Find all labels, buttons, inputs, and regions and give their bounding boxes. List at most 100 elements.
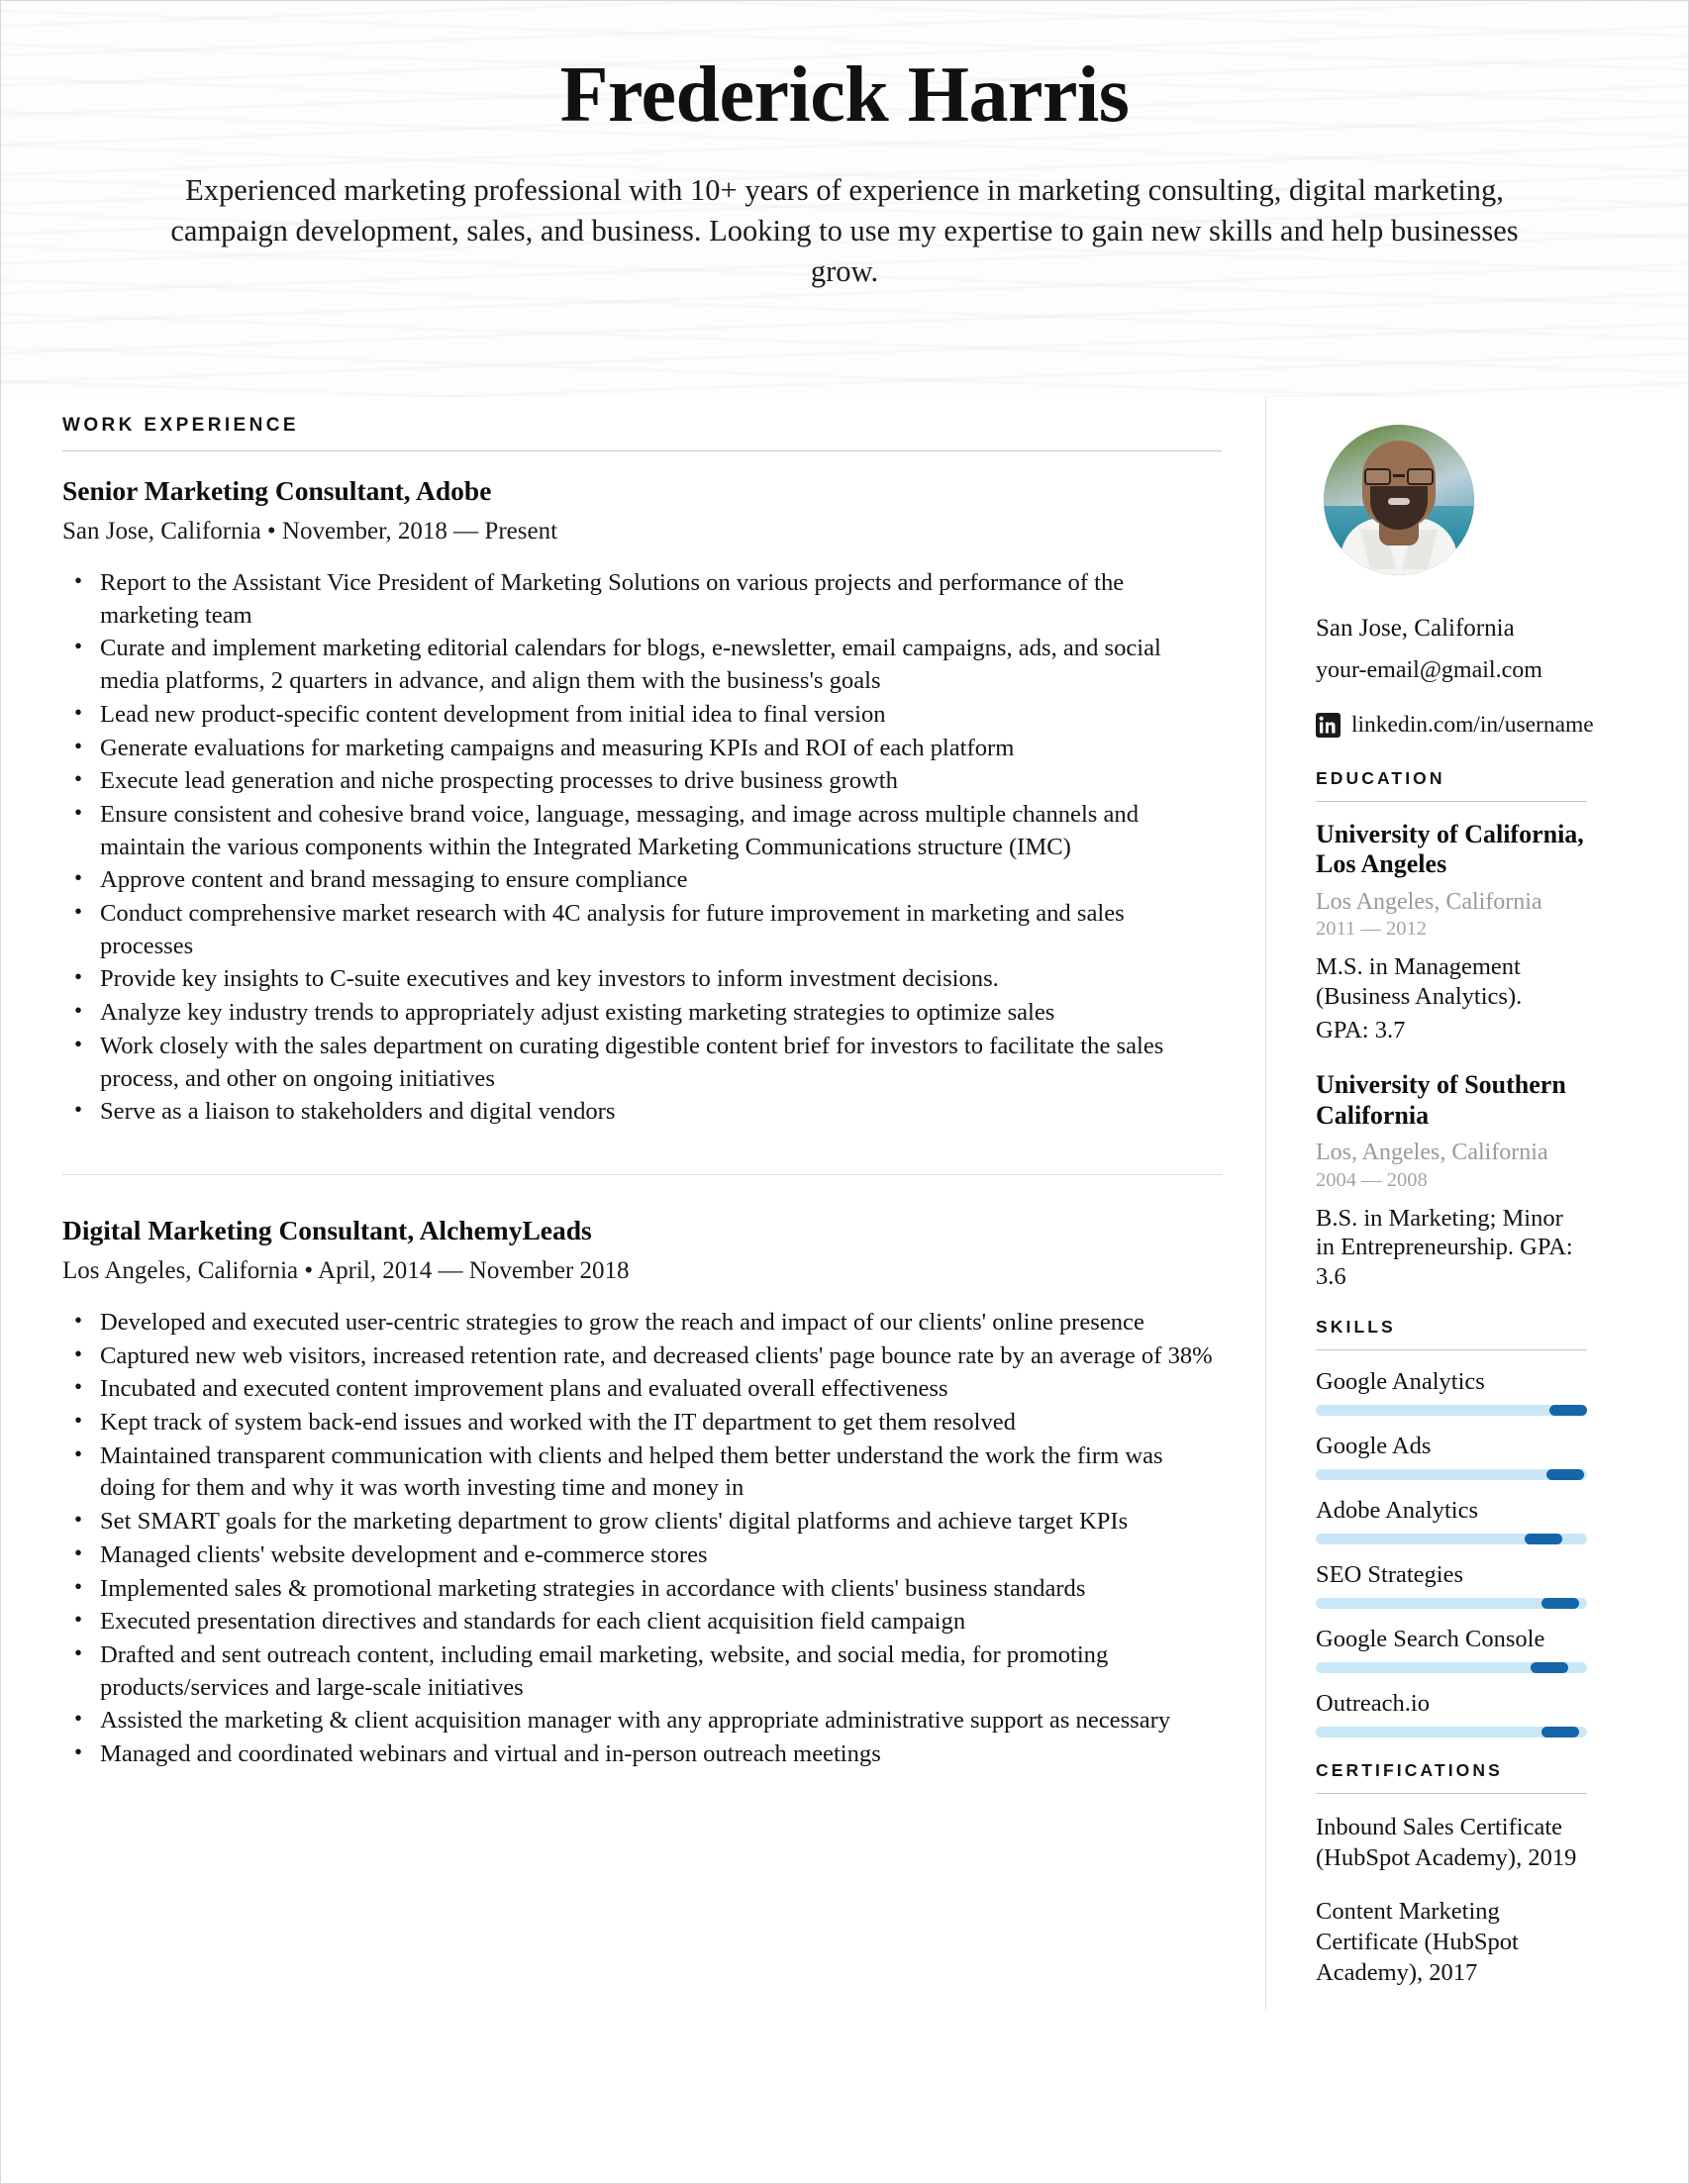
job-bullet-list: Report to the Assistant Vice President o… (62, 566, 1222, 1129)
resume-body: WORK EXPERIENCE Senior Marketing Consult… (1, 397, 1688, 2011)
job-entry: Digital Marketing Consultant, AlchemyLea… (62, 1215, 1222, 1771)
skill-name: SEO Strategies (1316, 1560, 1464, 1588)
section-heading-certifications: CERTIFICATIONS (1316, 1759, 1503, 1780)
job-bullet: Approve content and brand messaging to e… (62, 863, 1222, 897)
skill-level-bar[interactable] (1316, 1597, 1587, 1609)
job-bullet: Executed presentation directives and sta… (62, 1605, 1222, 1638)
skill-level-indicator[interactable] (1548, 1404, 1587, 1416)
skill-level-bar[interactable] (1316, 1726, 1587, 1737)
education-school: University of California, Los Angeles (1316, 819, 1584, 879)
education-degree: B.S. in Marketing; Minor in Entrepreneur… (1316, 1204, 1573, 1290)
skill-level-indicator[interactable] (1540, 1726, 1579, 1737)
job-bullet: Curate and implement marketing editorial… (62, 632, 1222, 697)
contact-linkedin[interactable]: linkedin.com/in/username (1316, 712, 1594, 739)
job-bullet: Report to the Assistant Vice President o… (62, 566, 1222, 632)
skill-level-bar[interactable] (1316, 1661, 1587, 1673)
job-bullet: Execute lead generation and niche prospe… (62, 764, 1222, 798)
avatar-glasses-bridge (1393, 474, 1405, 477)
job-location-dates: San Jose, California • November, 2018 — … (62, 518, 558, 545)
education-years: 2004 — 2008 (1316, 1168, 1428, 1191)
skill-level-bar[interactable] (1316, 1468, 1587, 1480)
skill-name: Outreach.io (1316, 1689, 1430, 1717)
skill-item: Adobe Analytics (1316, 1497, 1587, 1544)
job-bullet: Incubated and executed content improveme… (62, 1372, 1222, 1406)
skill-level-indicator[interactable] (1540, 1597, 1579, 1609)
resume-header: Frederick Harris Experienced marketing p… (1, 1, 1688, 397)
job-bullet: Developed and executed user-centric stra… (62, 1306, 1222, 1340)
job-location-dates: Los Angeles, California • April, 2014 — … (62, 1256, 630, 1284)
avatar (1324, 425, 1474, 575)
job-divider (62, 1173, 1222, 1175)
section-divider (62, 450, 1222, 451)
certification-item: Content Marketing Certificate (HubSpot A… (1316, 1897, 1519, 1987)
certifications-divider (1316, 1792, 1587, 1794)
job-bullet: Maintained transparent communication wit… (62, 1439, 1222, 1505)
avatar-mouth (1388, 498, 1410, 505)
education-degree: M.S. in Management (Business Analytics). (1316, 953, 1523, 1010)
job-bullet: Managed clients' website development and… (62, 1539, 1222, 1572)
skill-name: Google Analytics (1316, 1367, 1485, 1395)
job-title: Digital Marketing Consultant, AlchemyLea… (62, 1214, 592, 1245)
job-bullet: Provide key insights to C-suite executiv… (62, 962, 1222, 996)
skill-level-indicator[interactable] (1525, 1533, 1563, 1544)
job-bullet: Work closely with the sales department o… (62, 1030, 1222, 1095)
job-bullet: Generate evaluations for marketing campa… (62, 732, 1222, 765)
contact-email[interactable]: your-email@gmail.com (1316, 655, 1587, 686)
skills-divider (1316, 1348, 1587, 1350)
job-entry: Senior Marketing Consultant, Adobe San Jo… (62, 475, 1222, 1129)
job-title: Senior Marketing Consultant, Adobe (62, 475, 492, 506)
education-entry: University of Southern California Los, An… (1316, 1070, 1587, 1291)
skill-item: SEO Strategies (1316, 1561, 1587, 1609)
skills-list: Google Analytics Google Ads Adobe Analytic… (1316, 1368, 1587, 1737)
job-bullet: Drafted and sent outreach content, inclu… (62, 1638, 1222, 1704)
job-bullet: Serve as a liaison to stakeholders and d… (62, 1095, 1222, 1129)
skill-level-indicator[interactable] (1530, 1661, 1568, 1673)
linkedin-icon (1316, 712, 1341, 738)
skill-level-bar[interactable] (1316, 1404, 1587, 1416)
job-bullet: Ensure consistent and cohesive brand voi… (62, 798, 1222, 863)
skill-name: Google Ads (1316, 1432, 1432, 1459)
avatar-glasses (1363, 468, 1435, 486)
skill-name: Adobe Analytics (1316, 1496, 1478, 1524)
skill-item: Google Search Console (1316, 1626, 1587, 1673)
section-heading-work-experience: WORK EXPERIENCE (62, 415, 299, 436)
education-school: University of Southern California (1316, 1070, 1566, 1130)
candidate-name: Frederick Harris (559, 51, 1130, 139)
certification-item: Inbound Sales Certificate (HubSpot Acade… (1316, 1813, 1577, 1872)
skill-item: Google Analytics (1316, 1368, 1587, 1416)
education-entry: University of California, Los Angeles Los… (1316, 820, 1587, 1044)
linkedin-url: linkedin.com/in/username (1351, 711, 1594, 738)
job-bullet: Set SMART goals for the marketing depart… (62, 1505, 1222, 1539)
job-bullet: Conduct comprehensive market research wi… (62, 897, 1222, 962)
job-bullet: Kept track of system back-end issues and… (62, 1406, 1222, 1439)
skill-level-indicator[interactable] (1546, 1468, 1585, 1480)
skill-item: Outreach.io (1316, 1690, 1587, 1737)
job-bullet: Assisted the marketing & client acquisit… (62, 1704, 1222, 1737)
education-location: Los Angeles, California (1316, 888, 1542, 915)
section-heading-skills: SKILLS (1316, 1316, 1396, 1337)
job-bullet: Managed and coordinated webinars and vir… (62, 1737, 1222, 1771)
education-location: Los, Angeles, California (1316, 1139, 1548, 1165)
education-years: 2011 — 2012 (1316, 918, 1427, 941)
main-column: WORK EXPERIENCE Senior Marketing Consult… (62, 397, 1266, 2011)
contact-location: San Jose, California (1316, 615, 1515, 642)
avatar-glasses-lens-left (1364, 468, 1391, 485)
work-experience-list: Senior Marketing Consultant, Adobe San Jo… (62, 475, 1222, 1771)
resume-page: Frederick Harris Experienced marketing p… (0, 0, 1689, 2184)
skill-level-bar[interactable] (1316, 1533, 1587, 1544)
job-bullet: Lead new product-specific content develo… (62, 698, 1222, 732)
sidebar-column: San Jose, California your-email@gmail.co… (1266, 397, 1594, 2011)
education-gpa: GPA: 3.7 (1316, 1017, 1406, 1044)
job-bullet-list: Developed and executed user-centric stra… (62, 1306, 1222, 1771)
professional-summary: Experienced marketing professional with … (170, 173, 1519, 288)
certifications-list: Inbound Sales Certificate (HubSpot Acade… (1316, 1812, 1587, 1989)
education-divider (1316, 800, 1587, 802)
avatar-glasses-lens-right (1407, 468, 1434, 485)
job-bullet: Implemented sales & promotional marketin… (62, 1572, 1222, 1606)
job-bullet: Analyze key industry trends to appropria… (62, 996, 1222, 1030)
job-bullet: Captured new web visitors, increased ret… (62, 1340, 1222, 1373)
skill-name: Google Search Console (1316, 1625, 1545, 1652)
skill-item: Google Ads (1316, 1433, 1587, 1480)
section-heading-education: EDUCATION (1316, 767, 1445, 788)
education-list: University of California, Los Angeles Los… (1316, 820, 1587, 1291)
